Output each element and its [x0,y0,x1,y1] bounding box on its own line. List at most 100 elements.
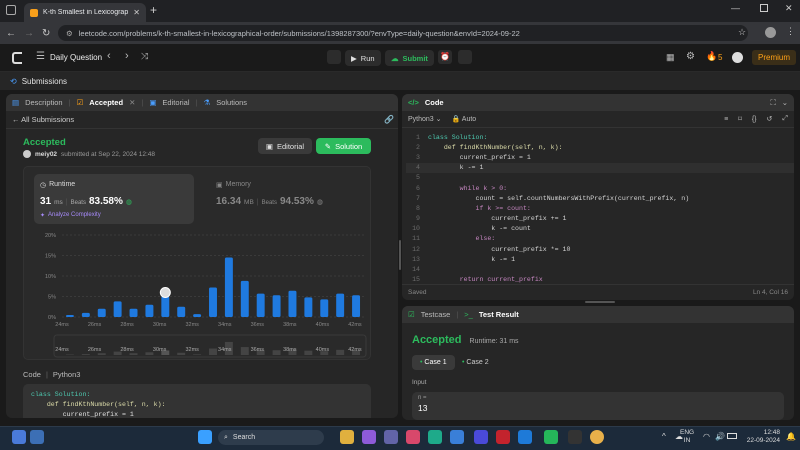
maximize-icon[interactable] [760,4,768,12]
chart-bar[interactable] [288,290,297,317]
reset-icon[interactable]: ↺ [767,115,773,123]
submissions-label[interactable]: Submissions [22,77,67,86]
shuffle-icon[interactable]: ⤨ [141,51,148,62]
case-2-tab[interactable]: • Case 2 [462,359,489,366]
battery-icon[interactable] [727,433,737,439]
copilot-icon[interactable] [362,430,376,444]
profile-avatar[interactable] [765,27,776,38]
url-field[interactable]: ⚙ leetcode.com/problems/k-th-smallest-in… [58,25,748,41]
chart-bar[interactable] [177,306,186,317]
debug-icon[interactable] [327,50,341,64]
chart-bar[interactable] [352,295,361,317]
reload-icon[interactable]: ↻ [42,28,50,39]
solution-button[interactable]: ✎ Solution [316,138,371,154]
bookmark-icon[interactable]: ⌑ [738,115,742,123]
chart-bar[interactable] [209,287,217,317]
editor-line[interactable]: 7 count = self.countNumbersWithPrefix(cu… [406,193,794,203]
language-select[interactable]: Python3 ⌄ [408,115,442,123]
widgets-icon[interactable] [12,430,26,444]
site-info-icon[interactable]: ⚙ [66,29,73,38]
settings-icon[interactable]: ⚙ [686,51,695,62]
editor-line[interactable]: 6 while k > 0: [406,183,794,193]
close-window-icon[interactable]: ✕ [785,3,793,14]
menu-dots-icon[interactable]: ⋮ [786,26,795,37]
tab-accepted[interactable]: Accepted [89,98,123,107]
run-button[interactable]: ▶ Run [345,50,381,66]
store-icon[interactable] [450,430,464,444]
clock[interactable]: 12:48 22-09-2024 [742,429,780,445]
editor-line[interactable]: 10 k -= count [406,224,794,234]
next-problem-icon[interactable]: › [125,50,129,62]
fullscreen-icon[interactable]: ⛶ [770,98,775,108]
minimize-icon[interactable]: — [731,3,740,13]
tab-test-result[interactable]: Test Result [479,310,519,319]
submitter-name[interactable]: meiy02 [35,151,57,158]
chart-bar[interactable] [161,296,170,318]
teams-icon[interactable] [384,430,398,444]
all-submissions-link[interactable]: ← All Submissions [12,115,74,124]
browser-tab[interactable]: K-th Smallest in Lexicographica... ✕ [24,3,146,22]
auto-toggle[interactable]: 🔒 Auto [452,115,477,123]
prev-problem-icon[interactable]: ‹ [107,50,111,62]
chart-bar[interactable] [336,293,345,317]
file-explorer-icon[interactable] [340,430,354,444]
share-link-icon[interactable]: 🔗 [384,115,394,124]
tab-description[interactable]: Description [25,98,63,107]
premium-button[interactable]: Premium [752,50,797,65]
format-icon[interactable]: ≡ [724,116,728,123]
wifi-icon[interactable]: ◠ [703,432,710,441]
editor-line[interactable]: 11 else: [406,234,794,244]
back-icon[interactable]: ← [6,28,16,39]
new-tab-icon[interactable]: + [150,3,157,17]
app-icon-m[interactable] [474,430,488,444]
chart-bar[interactable] [145,304,154,317]
tab-editorial[interactable]: Editorial [162,98,189,107]
notes-icon[interactable] [458,50,472,64]
streak-count[interactable]: 5 [718,53,722,62]
chart-bar[interactable] [97,308,106,317]
chart-bar[interactable] [129,308,138,317]
notification-bell-icon[interactable]: 🔔 [786,432,796,441]
runtime-distribution-chart[interactable]: 20%15%10%5%0%24ms 26ms 28ms 30ms 32ms 34ms 36m… [24,227,372,361]
editorial-button[interactable]: ▣ Editorial [258,138,312,154]
chart-bar[interactable] [224,257,233,317]
chart-bar[interactable] [81,312,90,317]
volume-icon[interactable]: 🔊 [715,432,725,441]
horizontal-resize-handle[interactable] [585,301,615,303]
layout-icon[interactable]: ▦ [666,52,675,63]
editor-line[interactable]: 2 def findKthNumber(self, n, k): [406,142,794,152]
arc-icon[interactable] [568,430,582,444]
editor-line[interactable]: 5 [406,173,794,183]
language-indicator[interactable]: ENG IN [680,429,694,445]
editor-line[interactable]: 1 class Solution: [406,132,794,142]
whatsapp-icon[interactable] [544,430,558,444]
editor-line[interactable]: 3 current_prefix = 1 [406,152,794,162]
chart-bar[interactable] [240,280,249,317]
close-tab-icon[interactable]: ✕ [129,98,135,107]
chart-bar[interactable] [304,297,313,317]
photos-icon[interactable] [406,430,420,444]
editor-line[interactable]: 14 [406,264,794,274]
analyze-complexity-link[interactable]: Analyze Complexity [48,212,101,219]
timer-icon[interactable]: ⏰ [438,50,452,64]
chart-bar[interactable] [256,293,265,317]
daily-question-link[interactable]: Daily Question [50,53,102,62]
tab-solutions[interactable]: Solutions [216,98,247,107]
expand-icon[interactable]: ⤢ [782,115,788,123]
tab-testcase[interactable]: Testcase [421,310,451,319]
chart-bar[interactable] [65,314,74,317]
editor-line[interactable]: 12 current_prefix *= 10 [406,244,794,254]
tab-search-icon[interactable] [6,5,16,15]
app-icon[interactable] [30,430,44,444]
chart-bar[interactable] [272,295,281,317]
code-editor-body[interactable]: 1 class Solution: 2 def findKthNumber(self… [402,132,794,283]
panel-resize-handle[interactable] [399,240,401,270]
memory-card[interactable]: ▣ Memory 16.34 MB | Beats 94.53% ◍ [210,174,360,224]
editor-line[interactable]: 4 k -= 1 [406,162,794,173]
chart-bar[interactable] [320,299,329,317]
taskbar-search[interactable]: ⌕ Search [218,430,324,445]
user-marker[interactable] [159,287,171,298]
case-1-tab[interactable]: • Case 1 [412,355,455,370]
problem-list-icon[interactable]: ☰ [36,51,45,62]
close-tab-icon[interactable]: ✕ [133,8,140,17]
